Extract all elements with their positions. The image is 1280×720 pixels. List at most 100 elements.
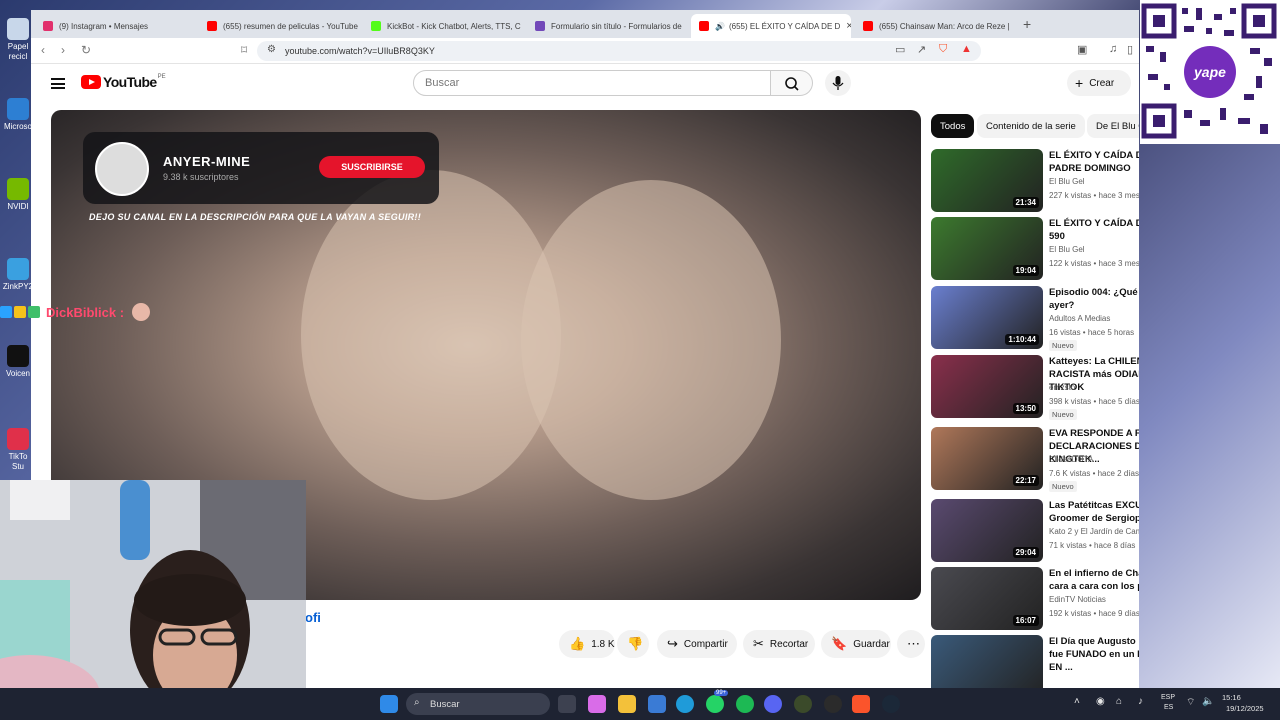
video-thumbnail[interactable]: 21:34 — [931, 149, 1043, 212]
mic-tray-icon[interactable]: ♪ — [1138, 696, 1143, 707]
share-label: Compartir — [683, 638, 728, 650]
recommendation-title[interactable]: EL ÉXITO Y CAÍDA DE TAPIR 590 — [1049, 217, 1139, 243]
recommendation-item[interactable]: 16:07 En el infierno de Challapalca cara … — [931, 567, 1139, 631]
url-field[interactable]: ⚙ youtube.com/watch?v=UIluBR8Q3KY — [257, 41, 981, 61]
tab-kickbot[interactable]: KickBot - Kick Chatbot, Alerts, TTS, C — [363, 14, 527, 38]
video-thumbnail[interactable]: 29:04 — [931, 499, 1043, 562]
chevron-up-icon[interactable]: ˄ — [1074, 696, 1080, 707]
recommendation-channel[interactable]: El Blu Gel — [1049, 177, 1085, 186]
recommendation-title[interactable]: EL ÉXITO Y CAÍDA DE EL PADRE DOMINGO — [1049, 149, 1139, 175]
desktop-icon-label: NVIDI — [7, 202, 29, 211]
like-count: 1.8 K — [591, 638, 615, 650]
wifi-icon[interactable]: ⌔ — [1186, 696, 1195, 709]
recommendation-title[interactable]: Las Patétitcas EXCUSAS del Groomer de Se… — [1049, 499, 1139, 525]
taskbar-search[interactable]: ⌕ Buscar — [406, 693, 550, 715]
recommendation-channel[interactable]: ClideoDOTA — [1049, 455, 1093, 464]
security-icon[interactable]: ◉ — [1096, 696, 1105, 707]
create-button[interactable]: + Crear — [1067, 70, 1131, 96]
recommendation-item[interactable]: 13:50Katteyes: La CHILENA RACISTA más OD… — [931, 355, 1139, 420]
brave-shield-icon[interactable]: ⛉ — [939, 43, 947, 56]
video-thumbnail[interactable] — [931, 635, 1043, 688]
recommendation-title[interactable]: En el infierno de Challapalca cara a car… — [1049, 567, 1139, 593]
extensions-icon[interactable]: ▯ — [1127, 43, 1133, 56]
edge-icon[interactable] — [676, 695, 694, 713]
recommendation-channel[interactable]: Kato 2 y El Jardín de Camy — [1049, 527, 1139, 536]
recommendation-channel[interactable]: El Blu Gel — [1049, 245, 1085, 254]
save-button[interactable]: 🔖 Guardar — [821, 630, 891, 658]
desktop-icon-recycle[interactable]: Papel recicl — [2, 18, 34, 62]
new-tab-button[interactable]: + — [1023, 16, 1031, 32]
volume-icon[interactable]: 🔈 — [1202, 696, 1214, 707]
tab-youtube-resumen[interactable]: (655) resumen de peliculas - YouTube — [199, 14, 363, 38]
youtube-logo[interactable]: YouTube PE — [81, 74, 166, 90]
brave-icon[interactable] — [852, 695, 870, 713]
search-button[interactable] — [771, 70, 813, 96]
stream-overlay-card: ANYER-MINE 9.38 k suscriptores SUSCRIBIR… — [83, 132, 439, 204]
back-icon[interactable]: ‹ — [41, 43, 45, 57]
reload-icon[interactable]: ↻ — [81, 43, 91, 57]
file-explorer-icon[interactable] — [618, 695, 636, 713]
recommendation-title[interactable]: El Día que Augusto Ferrando fue FUNADO e… — [1049, 635, 1139, 674]
desktop-icon-microsoft[interactable]: Microso — [2, 98, 34, 132]
search-input[interactable]: Buscar — [413, 70, 771, 96]
desktop-icon-voicemod[interactable]: Voicen — [2, 345, 34, 379]
like-button[interactable]: 👍 1.8 K — [559, 630, 615, 658]
video-thumbnail[interactable]: 19:04 — [931, 217, 1043, 280]
cast-icon[interactable]: ▭ — [895, 43, 905, 56]
speaker-icon[interactable]: 🔊 — [715, 22, 725, 31]
network-icon[interactable]: ⌂ — [1116, 696, 1122, 707]
bookmark-icon[interactable]: ⌑ — [241, 43, 247, 57]
share-button[interactable]: ↪ Compartir — [657, 630, 737, 658]
desktop-icon-nvidia[interactable]: NVIDI — [2, 178, 34, 212]
store-icon[interactable] — [648, 695, 666, 713]
recommendation-channel[interactable]: EdinTV Noticias — [1049, 595, 1106, 604]
video-title[interactable]: ofi — [305, 610, 321, 625]
music-icon[interactable]: ♫ — [1109, 43, 1117, 55]
whatsapp-icon[interactable] — [706, 695, 724, 713]
recommendation-item[interactable]: 21:34 EL ÉXITO Y CAÍDA DE EL PADRE DOMING… — [931, 149, 1139, 213]
app-icon[interactable] — [824, 695, 842, 713]
tab-instagram[interactable]: (9) Instagram • Mensajes — [35, 14, 199, 38]
recommendation-item[interactable]: El Día que Augusto Ferrando fue FUNADO e… — [931, 635, 1139, 688]
desktop-icon-zinkpy[interactable]: ZinkPY2 — [2, 258, 34, 292]
tab-active-video[interactable]: 🔊 (655) EL ÉXITO Y CAÍDA DE D × — [691, 14, 851, 38]
recommendation-title[interactable]: Episodio 004: ¿Qué pasó ayer? — [1049, 286, 1139, 312]
brave-rewards-icon[interactable]: ▲ — [961, 43, 972, 55]
chip-channel[interactable]: De El Blu G — [1087, 114, 1139, 138]
video-thumbnail[interactable]: 16:07 — [931, 567, 1043, 630]
recommendation-item[interactable]: 29:04 Las Patétitcas EXCUSAS del Groomer … — [931, 499, 1139, 563]
clock-time[interactable]: 15:16 — [1222, 693, 1241, 702]
clip-button[interactable]: ✂ Recortar — [743, 630, 815, 658]
copilot-icon[interactable] — [588, 695, 606, 713]
video-thumbnail[interactable]: 22:17 — [931, 427, 1043, 490]
steam-icon[interactable] — [882, 695, 900, 713]
tab-forms[interactable]: Formulario sin título - Formularios de — [527, 14, 691, 38]
video-thumbnail[interactable]: 1:10:44 — [931, 286, 1043, 349]
video-thumbnail[interactable]: 13:50 — [931, 355, 1043, 418]
tab-chainsaw[interactable]: (655) Chainsaw Man: Arco de Reze | — [855, 14, 1019, 38]
start-icon[interactable] — [380, 695, 398, 713]
chip-all[interactable]: Todos — [931, 114, 975, 138]
recommendation-item[interactable]: 19:04 EL ÉXITO Y CAÍDA DE TAPIR 590 El Blu… — [931, 217, 1139, 281]
sidebar-toggle-icon[interactable]: ▣ — [1077, 43, 1087, 56]
share-icon[interactable]: ↗ — [917, 43, 926, 56]
task-view-icon[interactable] — [558, 695, 576, 713]
language-indicator[interactable]: ESP — [1161, 694, 1175, 701]
dislike-button[interactable]: 👎 — [617, 630, 649, 658]
spotify-icon[interactable] — [736, 695, 754, 713]
forward-icon[interactable]: › — [61, 43, 65, 57]
recommendation-item[interactable]: 1:10:44 Episodio 004: ¿Qué pasó ayer? Adul… — [931, 286, 1139, 351]
close-tab-icon[interactable]: × — [840, 20, 851, 32]
recommendation-channel[interactable]: Adultos A Medias — [1049, 314, 1110, 323]
recommendation-item[interactable]: 22:17EVA RESPONDE A FUERTES DECLARACIONE… — [931, 427, 1139, 492]
site-info-icon[interactable]: ⚙ — [267, 44, 276, 55]
voice-search-button[interactable] — [825, 70, 851, 96]
more-actions-button[interactable]: ⋯ — [897, 630, 925, 658]
recommendation-channel[interactable]: ernzsto — [1049, 383, 1075, 392]
menu-icon[interactable] — [51, 78, 65, 89]
chip-series[interactable]: Contenido de la serie — [977, 114, 1085, 138]
discord-icon[interactable] — [764, 695, 782, 713]
thumbs-up-icon: 👍 — [569, 636, 586, 651]
obs-icon[interactable] — [794, 695, 812, 713]
desktop-icon-tiktok-studio[interactable]: TikTo Stu — [2, 428, 34, 472]
